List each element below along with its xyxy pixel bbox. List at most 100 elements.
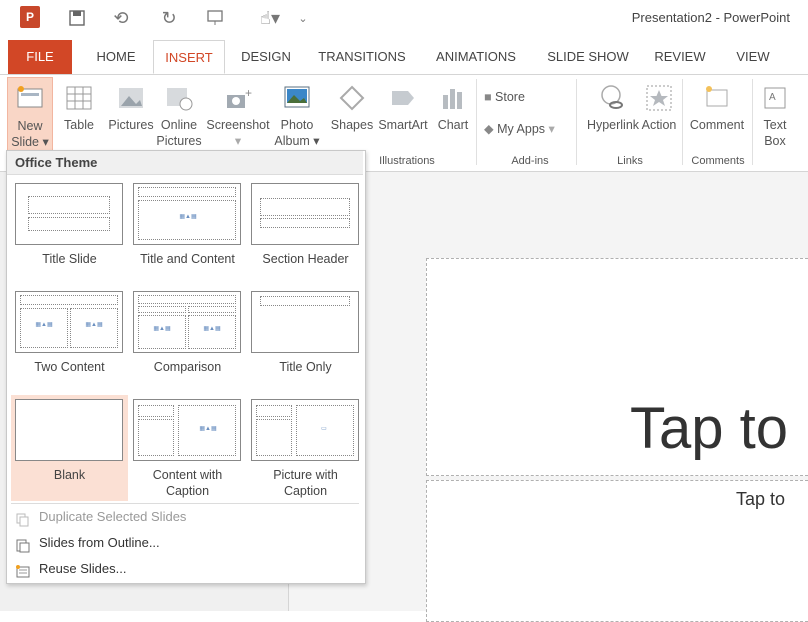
photo-album-button[interactable]: Photo Album ▾	[272, 83, 322, 149]
pictures-button[interactable]: Pictures	[106, 83, 156, 133]
save-icon[interactable]	[64, 5, 90, 31]
online-pictures-button[interactable]: Online Pictures	[156, 83, 202, 149]
tab-review[interactable]: REVIEW	[648, 40, 712, 74]
group-separator	[682, 79, 683, 165]
duplicate-slides-icon	[16, 510, 30, 527]
window-title: Presentation2 - PowerPoint	[631, 10, 790, 25]
layout-thumbnail	[251, 291, 359, 353]
powerpoint-logo-icon[interactable]: P	[20, 6, 40, 28]
picture-icon: ▭	[321, 426, 327, 432]
text-box-button[interactable]: A Text Box	[758, 83, 792, 149]
undo-icon[interactable]: ⟲	[108, 5, 134, 31]
table-button[interactable]: Table	[58, 83, 100, 133]
online-pictures-label-2: Pictures	[156, 134, 202, 148]
layout-thumbnail: ▦▲▦ ▦▲▦	[133, 291, 241, 353]
tab-animations[interactable]: ANIMATIONS	[426, 40, 526, 74]
content-icons: ▦▲▦	[153, 326, 171, 332]
group-label-illustrations: Illustrations	[379, 155, 435, 167]
redo-icon[interactable]: ↻	[156, 5, 182, 31]
menu-item-label: Reuse Slides...	[39, 561, 127, 576]
layout-label: Blank	[53, 468, 86, 482]
action-star-icon	[644, 83, 674, 113]
action-button[interactable]: Action	[640, 83, 678, 133]
layout-content-with-caption[interactable]: ▦▲▦ Content with Caption	[129, 395, 246, 501]
layout-comparison[interactable]: ▦▲▦ ▦▲▦ Comparison	[129, 287, 246, 393]
hyperlink-label: Hyperlink	[586, 118, 640, 132]
content-icons: ▦▲▦	[35, 322, 53, 328]
touch-mode-icon[interactable]: ☝▾	[250, 5, 290, 31]
chart-button[interactable]: Chart	[434, 83, 472, 133]
content-icons: ▦▲▦	[199, 426, 217, 432]
comment-icon	[702, 83, 732, 113]
text-box-label-2: Box	[764, 134, 786, 148]
reuse-slides-icon	[16, 562, 30, 578]
layout-picture-with-caption[interactable]: ▭ Picture with Caption	[247, 395, 364, 501]
chart-label: Chart	[437, 118, 469, 132]
new-slide-layout-gallery: Office Theme Title Slide ▦▲▦ Title and C…	[6, 150, 366, 584]
text-box-label-1: Text	[763, 118, 787, 132]
smartart-icon	[388, 83, 418, 113]
photo-album-label-1: Photo	[280, 118, 314, 132]
svg-text:A: A	[769, 92, 776, 103]
hyperlink-icon	[598, 83, 628, 113]
chart-icon	[438, 83, 468, 113]
screenshot-label: Screenshot	[206, 118, 270, 132]
layout-thumbnail: ▦▲▦ ▦▲▦	[15, 291, 123, 353]
new-slide-button[interactable]: New Slide ▾	[7, 77, 53, 155]
hyperlink-button[interactable]: Hyperlink	[580, 83, 646, 133]
screenshot-button[interactable]: + Screenshot ▾	[204, 83, 272, 149]
store-icon: ■	[484, 90, 492, 104]
layout-two-content[interactable]: ▦▲▦ ▦▲▦ Two Content	[11, 287, 128, 393]
layout-title-and-content[interactable]: ▦▲▦ Title and Content	[129, 179, 246, 285]
layout-section-header[interactable]: Section Header	[247, 179, 364, 285]
chevron-down-icon: ▾	[234, 134, 242, 148]
layout-label: Section Header	[262, 252, 349, 266]
shapes-label: Shapes	[330, 118, 374, 132]
title-bar: P ⟲ ↻ ☝▾ ⌄ Presentation2 - PowerPoint	[0, 0, 808, 36]
layout-label: Title Only	[279, 360, 332, 374]
reuse-slides-item[interactable]: Reuse Slides...	[7, 556, 363, 582]
action-label: Action	[641, 118, 677, 132]
my-apps-button[interactable]: ◆ My Apps ▾	[484, 121, 574, 137]
smartart-label: SmartArt	[378, 118, 428, 132]
layout-label: Comparison	[153, 360, 222, 374]
layout-label: Two Content	[34, 360, 105, 374]
layout-title-only[interactable]: Title Only	[247, 287, 364, 393]
tab-home[interactable]: HOME	[88, 40, 144, 74]
duplicate-selected-slides-item[interactable]: Duplicate Selected Slides	[7, 504, 363, 530]
chevron-down-icon: ▾	[548, 122, 555, 136]
comment-button[interactable]: Comment	[686, 83, 748, 133]
tab-view[interactable]: VIEW	[726, 40, 780, 74]
content-icons: ▦▲▦	[179, 214, 197, 220]
outline-slides-icon	[16, 536, 30, 553]
layout-label: Title Slide	[42, 252, 97, 266]
new-slide-label-1: New	[17, 119, 43, 133]
store-button[interactable]: ■ Store	[484, 89, 554, 105]
group-label-links: Links	[617, 155, 643, 167]
menu-item-label: Slides from Outline...	[39, 535, 160, 550]
layout-label: Title and Content	[140, 252, 235, 266]
layout-thumbnail	[15, 183, 123, 245]
photo-album-icon	[282, 83, 312, 113]
shapes-button[interactable]: Shapes	[330, 83, 374, 133]
layout-label: Content with Caption	[152, 468, 223, 498]
group-separator	[752, 79, 753, 165]
tab-design[interactable]: DESIGN	[234, 40, 298, 74]
layout-blank[interactable]: Blank	[11, 395, 128, 501]
pictures-label: Pictures	[108, 118, 154, 132]
tab-transitions[interactable]: TRANSITIONS	[310, 40, 414, 74]
gallery-header: Office Theme	[7, 151, 363, 175]
tab-slide-show[interactable]: SLIDE SHOW	[538, 40, 638, 74]
tab-insert[interactable]: INSERT	[153, 40, 225, 74]
new-slide-icon	[15, 84, 45, 114]
tab-file[interactable]: FILE	[8, 40, 72, 74]
smartart-button[interactable]: SmartArt	[374, 83, 432, 133]
my-apps-label: My Apps	[497, 122, 546, 136]
customize-qat-icon[interactable]: ⌄	[290, 5, 316, 31]
my-apps-icon: ◆	[484, 122, 494, 136]
start-from-beginning-icon[interactable]	[202, 5, 228, 31]
layout-label: Picture with Caption	[273, 468, 338, 498]
slides-from-outline-item[interactable]: Slides from Outline...	[7, 530, 363, 556]
layout-title-slide[interactable]: Title Slide	[11, 179, 128, 285]
group-label-comments: Comments	[691, 155, 745, 167]
